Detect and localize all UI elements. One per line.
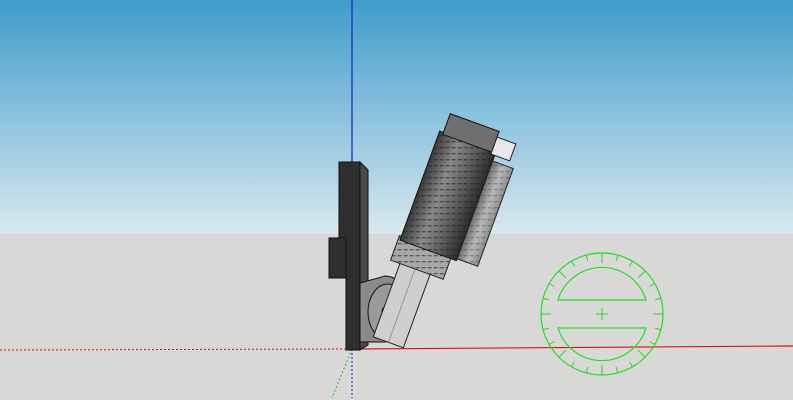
protractor-tick <box>615 367 619 374</box>
protractor-tick <box>585 367 589 374</box>
protractor-tick <box>558 270 567 279</box>
protractor-tick <box>548 283 555 287</box>
protractor-tick <box>571 361 575 368</box>
protractor-tool-icon <box>540 252 664 376</box>
protractor-tick <box>571 260 575 267</box>
protractor-tick <box>585 254 589 261</box>
dial-assembly[interactable] <box>364 112 524 362</box>
protractor-tick <box>649 341 656 345</box>
red-axis <box>351 345 793 350</box>
3d-model[interactable] <box>328 112 524 362</box>
protractor-tick <box>655 327 662 331</box>
protractor-tick <box>649 283 656 287</box>
green-axis-negative <box>331 348 353 399</box>
protractor-tick <box>548 341 555 345</box>
protractor-tick <box>542 327 549 331</box>
protractor-tick <box>558 349 567 358</box>
protractor-tick <box>655 297 662 301</box>
sketchup-3d-viewport[interactable] <box>0 0 793 400</box>
protractor-tick <box>629 260 633 267</box>
protractor-tick <box>629 361 633 368</box>
protractor-tick <box>637 349 646 358</box>
protractor-tick <box>542 297 549 301</box>
scene-canvas[interactable] <box>0 0 793 400</box>
protractor-tick <box>637 270 646 279</box>
red-axis-negative <box>0 348 353 351</box>
protractor-tick <box>615 254 619 261</box>
